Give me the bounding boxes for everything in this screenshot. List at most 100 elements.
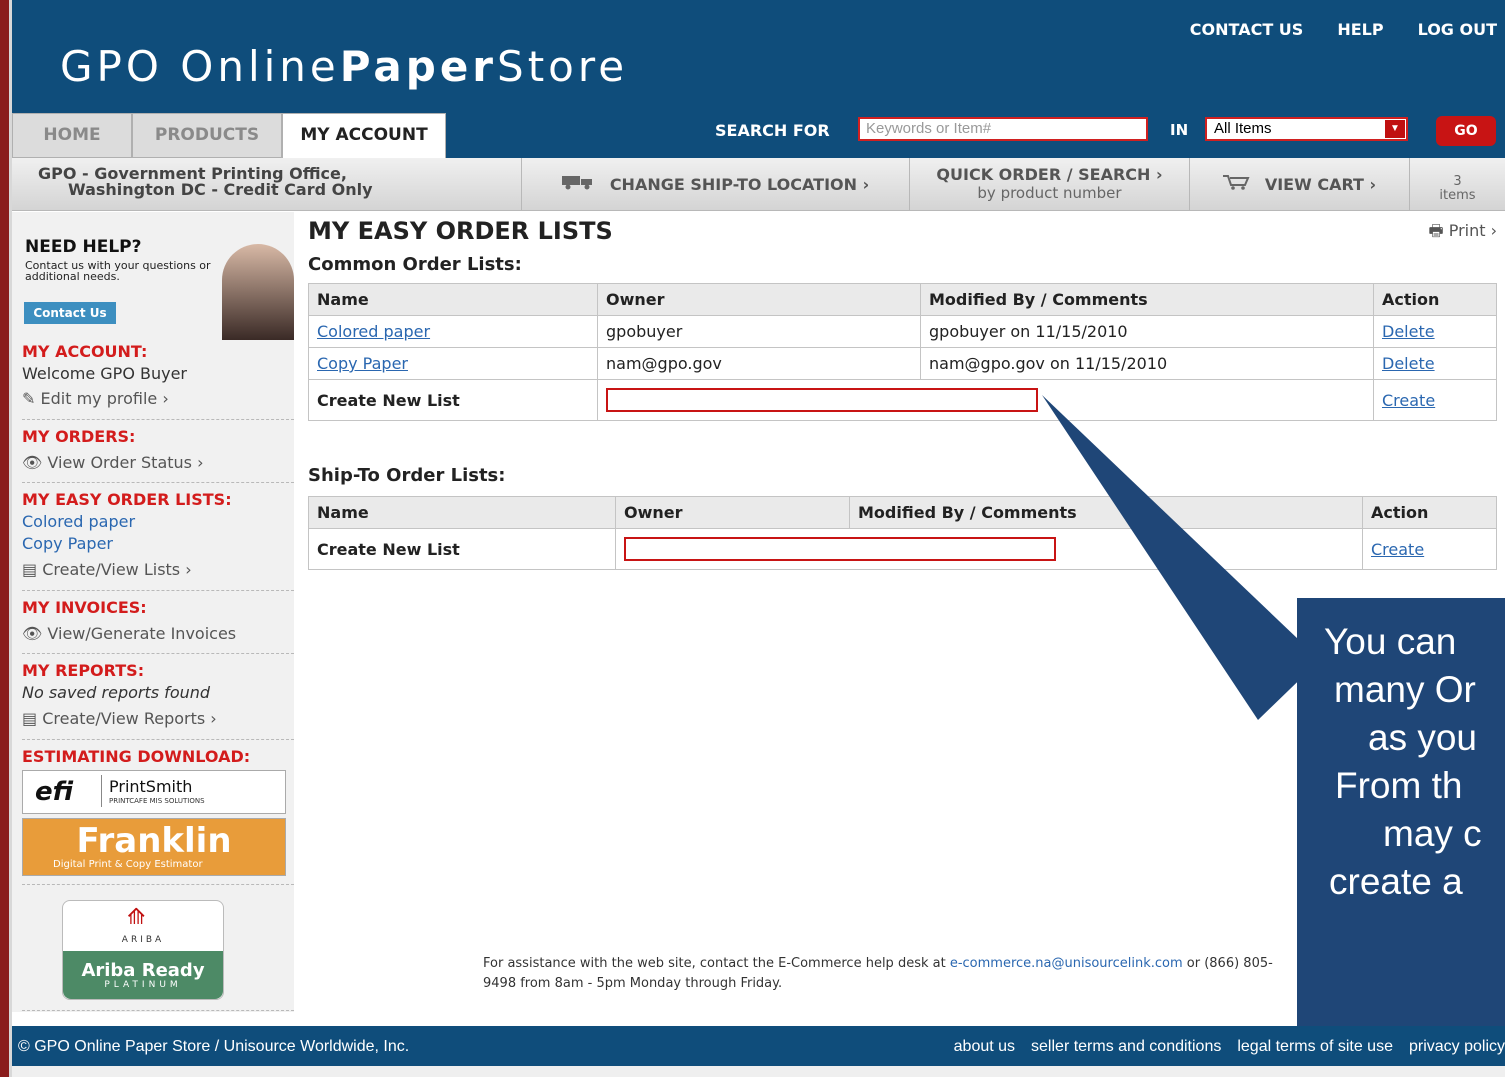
create-list-link[interactable]: Create [1371,540,1424,559]
cart-icon [1222,174,1251,194]
sidebar-divider [22,482,294,483]
ariba-icon: ⟰ [127,905,146,930]
category-select-value: All Items [1214,120,1272,137]
ariba-tier: PLATINUM [104,980,182,990]
tutorial-callout: You can many Or as you From th may c cre… [1297,598,1505,1026]
new-shipto-list-name-input[interactable] [624,537,1056,561]
cart-item-count[interactable]: 3 items [1410,158,1505,210]
list-icon: ▤ [22,560,38,579]
page-title: MY EASY ORDER LISTS [308,217,613,245]
column-header: Modified By / Comments [920,283,1374,316]
support-agent-avatar [222,244,294,340]
list-icon: ▤ [22,709,38,728]
footer-bottom-strip [12,1066,1505,1077]
column-header: Name [308,496,616,529]
legal-terms-link[interactable]: legal terms of site use [1237,1038,1393,1056]
copyright-text: © GPO Online Paper Store / Unisource Wor… [18,1038,410,1055]
no-reports-text: No saved reports found [22,683,211,702]
my-invoices-heading: MY INVOICES: [22,598,147,617]
eye-icon: 👁 [22,453,43,472]
printsmith-tagline: PRINTCAFE MIS SOLUTIONS [109,797,205,805]
contact-us-button[interactable]: Contact Us [24,302,116,324]
efi-logo: efi [35,777,74,807]
go-button[interactable]: GO [1436,116,1496,146]
privacy-policy-link[interactable]: privacy policy [1409,1038,1505,1056]
sidebar-list-copy-paper[interactable]: Copy Paper [22,534,113,553]
need-help-title: NEED HELP? [25,237,142,257]
sidebar-list-colored-paper[interactable]: Colored paper [22,512,135,531]
sidebar-divider [22,884,294,885]
franklin-tagline: Digital Print & Copy Estimator [53,859,203,870]
my-reports-heading: MY REPORTS: [22,661,145,680]
change-ship-to-button[interactable]: CHANGE SHIP-TO LOCATION › [522,158,910,210]
account-subbar: GPO - Government Printing Office, Washin… [12,158,1505,211]
sidebar-divider [22,739,294,740]
create-new-list-label: Create New List [308,379,598,421]
action-cell: Create [1362,528,1497,570]
create-view-lists-link[interactable]: ▤ Create/View Lists › [22,560,192,579]
delete-list-link[interactable]: Delete [1382,322,1435,341]
tab-products[interactable]: PRODUCTS [132,113,282,158]
owner-cell: gpobuyer [597,315,921,348]
category-select[interactable]: All Items ▼ [1205,117,1408,141]
edit-profile-link[interactable]: ✎ Edit my profile › [22,389,169,408]
site-logo[interactable]: GPO OnlinePaperStore [60,42,628,91]
view-order-status-link[interactable]: 👁 View Order Status › [22,453,203,472]
common-lists-heading: Common Order Lists: [308,254,522,275]
create-list-link[interactable]: Create [1382,391,1435,410]
new-common-list-name-input[interactable] [606,388,1038,412]
tab-my-account[interactable]: MY ACCOUNT [282,113,446,160]
about-us-link[interactable]: about us [954,1038,1015,1056]
list-name-cell: Colored paper [308,315,598,348]
list-link-copy-paper[interactable]: Copy Paper [317,354,408,373]
owner-cell: nam@gpo.gov [597,347,921,380]
create-new-list-label: Create New List [308,528,616,570]
table-row: Colored paper gpobuyer gpobuyer on 11/15… [308,315,1497,348]
footer-links: about us seller terms and conditions leg… [954,1038,1505,1056]
delete-list-link[interactable]: Delete [1382,354,1435,373]
table-header-row: Name Owner Modified By / Comments Action [308,283,1497,316]
printsmith-logo: PrintSmith [109,777,193,796]
easy-order-lists-heading: MY EASY ORDER LISTS: [22,490,232,509]
callout-line: as you [1368,717,1478,758]
welcome-text: Welcome GPO Buyer [22,364,188,383]
modified-cell: nam@gpo.gov on 11/15/2010 [920,347,1374,380]
tab-home[interactable]: HOME [12,113,132,158]
search-in-label: IN [1170,121,1189,139]
my-orders-heading: MY ORDERS: [22,427,136,446]
list-name-cell: Copy Paper [308,347,598,380]
create-view-reports-link[interactable]: ▤ Create/View Reports › [22,709,217,728]
pencil-icon: ✎ [22,389,36,408]
assistance-note: For assistance with the web site, contac… [483,956,1273,991]
franklin-logo: Franklin [76,821,232,861]
log-out-link[interactable]: LOG OUT [1418,20,1497,39]
eye-icon: 👁 [22,624,43,643]
view-cart-button[interactable]: VIEW CART › [1190,158,1410,210]
my-account-heading: MY ACCOUNT: [22,342,148,361]
organization-info: GPO - Government Printing Office, Washin… [12,158,522,210]
support-email-link[interactable]: e-commerce.na@unisourcelink.com [950,956,1183,971]
need-help-text: Contact us with your questions or additi… [25,259,211,283]
seller-terms-link[interactable]: seller terms and conditions [1031,1038,1221,1056]
ariba-ready-badge[interactable]: ⟰ ARIBA Ariba Ready PLATINUM [62,900,224,1000]
contact-us-link[interactable]: CONTACT US [1190,20,1304,39]
slide-frame-left [0,0,9,1077]
callout-line: You can [1324,621,1457,662]
search-input[interactable]: Keywords or Item# [858,117,1148,141]
print-link[interactable]: 🖶 Print › [1429,220,1498,247]
action-cell: Delete [1373,315,1497,348]
ariba-wordmark: ARIBA [121,935,165,945]
column-header: Action [1373,283,1497,316]
quick-order-button[interactable]: QUICK ORDER / SEARCH › by product number [910,158,1190,210]
estimating-download-heading: ESTIMATING DOWNLOAD: [22,747,251,766]
callout-line: many Or [1334,669,1476,710]
franklin-download-link[interactable]: Franklin Digital Print & Copy Estimator [22,818,286,876]
list-link-colored-paper[interactable]: Colored paper [317,322,430,341]
view-invoices-link[interactable]: 👁 View/Generate Invoices [22,624,236,643]
sidebar-divider [22,1010,294,1011]
callout-line: From th [1335,765,1463,806]
chevron-down-icon: ▼ [1385,120,1405,138]
modified-cell: gpobuyer on 11/15/2010 [920,315,1374,348]
printsmith-download-link[interactable]: efi PrintSmith PRINTCAFE MIS SOLUTIONS [22,770,286,814]
help-link[interactable]: HELP [1337,20,1383,39]
